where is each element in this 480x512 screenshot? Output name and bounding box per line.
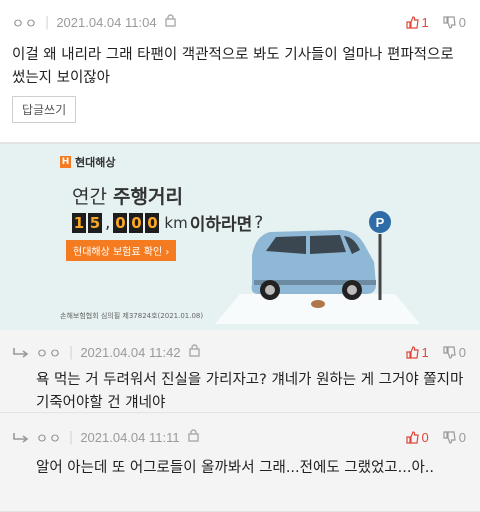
reply-time: 2021.04.04 11:11 <box>80 429 180 445</box>
downvote-button[interactable]: 0 <box>443 430 466 445</box>
vote-group: 1 0 <box>405 14 466 30</box>
reply-button[interactable]: 답글쓰기 <box>12 96 77 123</box>
thumbs-down-icon <box>443 345 456 359</box>
downvote-button[interactable]: 0 <box>443 15 466 30</box>
reply-list: ㅇㅇ | 2021.04.04 11:42 1 0 욕 먹는 거 두려워서 진실… <box>0 330 480 512</box>
thumbs-up-icon <box>405 15 419 29</box>
reply-text: 알어 아는데 또 어그로들이 올까봐서 그래...전에도 그랬었고...아.. <box>36 460 435 476</box>
upvote-button[interactable]: 1 <box>405 14 429 30</box>
upvote-count: 0 <box>421 429 429 445</box>
thumbs-up-icon <box>405 430 419 444</box>
thumbs-up-icon <box>405 345 419 359</box>
ad-disclaimer: 손해보험협회 심의필 제37824호(2021.01.08) <box>60 312 204 320</box>
comment-meta: ㅇㅇ | 2021.04.04 11:04 1 0 <box>12 12 480 32</box>
divider: | <box>44 14 50 30</box>
vote-group: 1 0 <box>405 344 466 360</box>
reply-meta: ㅇㅇ | 2021.04.04 11:42 1 0 <box>0 342 480 362</box>
upvote-button[interactable]: 1 <box>405 344 429 360</box>
thumbs-down-icon <box>443 430 456 444</box>
reply-author[interactable]: ㅇㅇ <box>36 343 62 362</box>
comment-text: 이걸 왜 내리라 그래 타팬이 객관적으로 봐도 기사들이 얼마나 편파적으로 … <box>12 47 454 86</box>
upvote-count: 1 <box>421 344 429 360</box>
lock-icon[interactable] <box>188 343 200 361</box>
downvote-count: 0 <box>458 344 466 360</box>
comment-author[interactable]: ㅇㅇ <box>12 13 38 32</box>
upvote-button[interactable]: 0 <box>405 429 429 445</box>
divider: | <box>68 344 74 360</box>
reply-meta: ㅇㅇ | 2021.04.04 11:11 0 0 <box>0 427 480 447</box>
comment-time: 2021.04.04 11:04 <box>56 14 157 30</box>
downvote-button[interactable]: 0 <box>443 345 466 360</box>
upvote-count: 1 <box>421 14 429 30</box>
thumbs-down-icon <box>443 15 456 29</box>
downvote-count: 0 <box>458 14 466 30</box>
reply-text: 욕 먹는 거 두려워서 진실을 가리자고? 걔네가 원하는 게 그거야 쫄지마 … <box>36 372 464 411</box>
comment: ㅇㅇ | 2021.04.04 11:04 1 0 이걸 왜 내리라 그래 타팬… <box>0 0 480 143</box>
ad-banner[interactable]: H 현대해상 연간 주행거리 1 5 , 0 0 0 km 이하라면 ? 현대해… <box>0 143 480 330</box>
divider: | <box>68 429 74 445</box>
lock-icon[interactable] <box>187 428 199 446</box>
vote-group: 0 0 <box>405 429 466 445</box>
downvote-count: 0 <box>458 429 466 445</box>
lock-icon[interactable] <box>164 13 176 31</box>
car-illustration: P <box>215 211 420 324</box>
svg-text:P: P <box>376 215 385 230</box>
reply-item: ㅇㅇ | 2021.04.04 11:11 0 0 알어 아는데 또 어그로들이… <box>0 413 480 512</box>
reply-time: 2021.04.04 11:42 <box>80 344 181 360</box>
reply-author[interactable]: ㅇㅇ <box>36 428 62 447</box>
reply-item: ㅇㅇ | 2021.04.04 11:42 1 0 욕 먹는 거 두려워서 진실… <box>0 330 480 413</box>
